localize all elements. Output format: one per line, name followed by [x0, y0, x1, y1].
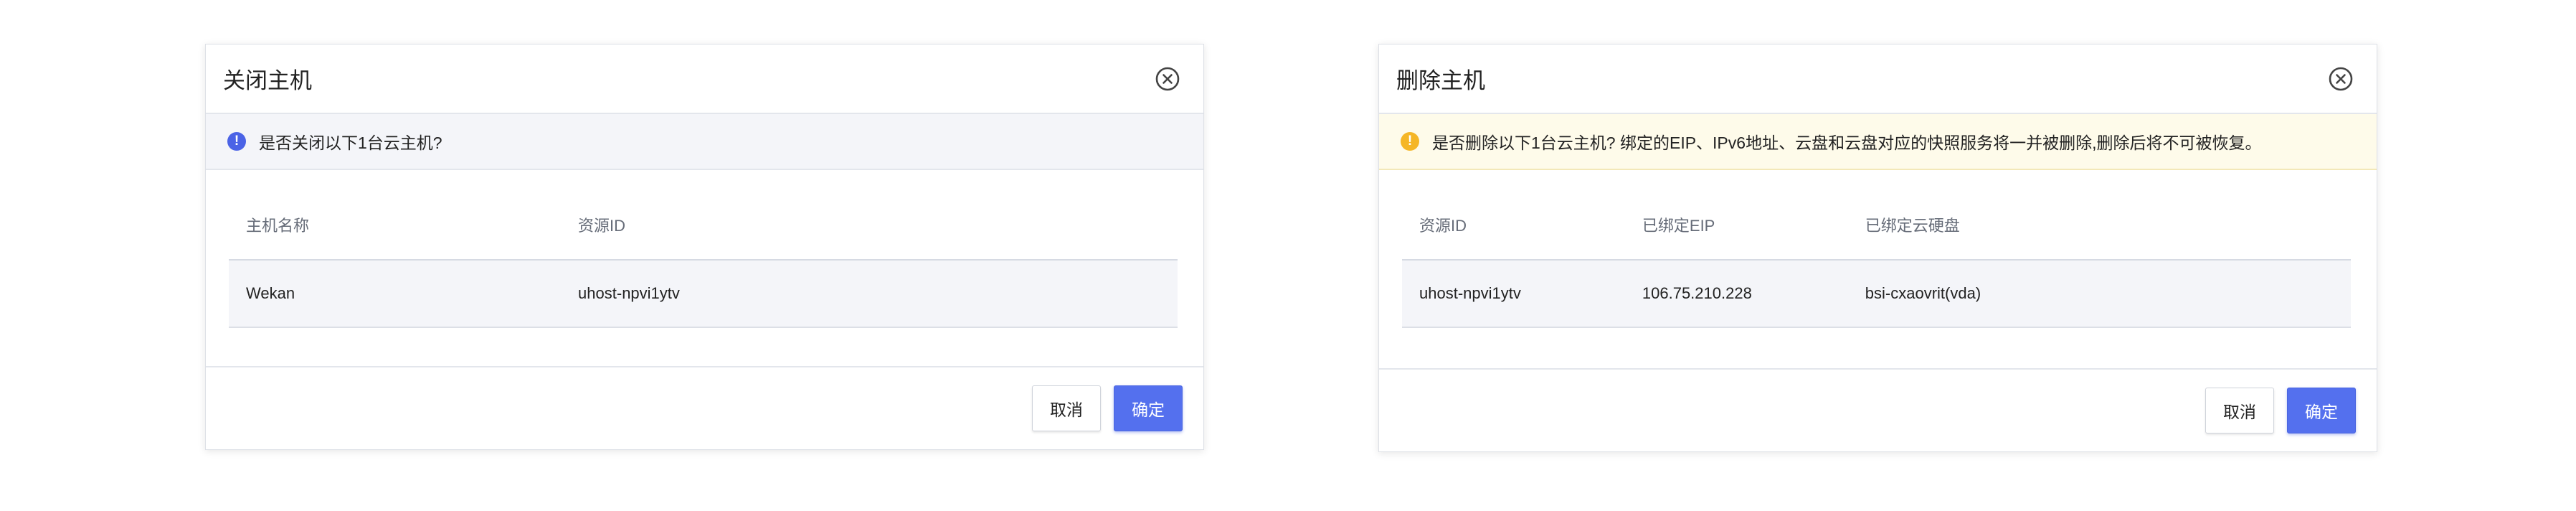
column-header-host-name: 主机名称 — [229, 170, 562, 261]
cell-bound-eip: 106.75.210.228 — [1624, 260, 1848, 328]
dialog-header: 关闭主机 — [206, 44, 1203, 114]
cell-bound-disk: bsi-cxaovrit(vda) — [1847, 260, 2351, 328]
host-table-wrap: 主机名称 资源ID Wekan uhost-npvi1ytv — [206, 170, 1203, 328]
table-row: uhost-npvi1ytv 106.75.210.228 bsi-cxaovr… — [1402, 260, 2351, 328]
table-row: Wekan uhost-npvi1ytv — [229, 260, 1178, 328]
dialog-title: 关闭主机 — [223, 68, 312, 93]
table-header-row: 主机名称 资源ID — [229, 170, 1178, 261]
close-icon[interactable] — [1155, 66, 1180, 92]
confirm-message-banner: ! 是否关闭以下1台云主机? — [206, 114, 1203, 170]
cell-host-name: Wekan — [229, 260, 562, 328]
confirm-button[interactable]: 确定 — [1114, 385, 1183, 431]
host-table: 主机名称 资源ID Wekan uhost-npvi1ytv — [229, 170, 1178, 328]
info-icon: ! — [227, 132, 246, 151]
cell-resource-id: uhost-npvi1ytv — [561, 260, 1178, 328]
warning-icon: ! — [1401, 132, 1419, 151]
confirm-message: 是否关闭以下1台云主机? — [259, 133, 442, 152]
dialog-header: 删除主机 — [1379, 44, 2377, 114]
column-header-bound-eip: 已绑定EIP — [1624, 170, 1848, 261]
column-header-resource-id: 资源ID — [561, 170, 1178, 261]
confirm-button[interactable]: 确定 — [2287, 388, 2356, 433]
warning-message: 是否删除以下1台云主机? 绑定的EIP、IPv6地址、云盘和云盘对应的快照服务将… — [1432, 133, 2262, 152]
table-header-row: 资源ID 已绑定EIP 已绑定云硬盘 — [1402, 170, 2351, 261]
close-icon[interactable] — [2328, 66, 2354, 92]
cell-resource-id: uhost-npvi1ytv — [1402, 260, 1625, 328]
dialog-footer: 取消 确定 — [206, 366, 1203, 449]
resource-table-wrap: 资源ID 已绑定EIP 已绑定云硬盘 uhost-npvi1ytv 106.75… — [1379, 170, 2377, 328]
delete-host-dialog: 删除主机 ! 是否删除以下1台云主机? 绑定的EIP、IPv6地址、云盘和云盘对… — [1378, 44, 2377, 452]
cancel-button[interactable]: 取消 — [2205, 388, 2274, 433]
column-header-bound-disk: 已绑定云硬盘 — [1847, 170, 2351, 261]
warning-message-banner: ! 是否删除以下1台云主机? 绑定的EIP、IPv6地址、云盘和云盘对应的快照服… — [1379, 114, 2377, 170]
column-header-resource-id: 资源ID — [1402, 170, 1625, 261]
shutdown-host-dialog: 关闭主机 ! 是否关闭以下1台云主机? 主机名称 资源ID Wekan uhos… — [205, 44, 1204, 450]
dialog-title: 删除主机 — [1396, 68, 1485, 93]
resource-table: 资源ID 已绑定EIP 已绑定云硬盘 uhost-npvi1ytv 106.75… — [1402, 170, 2351, 328]
dialog-footer: 取消 确定 — [1379, 368, 2377, 451]
cancel-button[interactable]: 取消 — [1032, 385, 1101, 431]
